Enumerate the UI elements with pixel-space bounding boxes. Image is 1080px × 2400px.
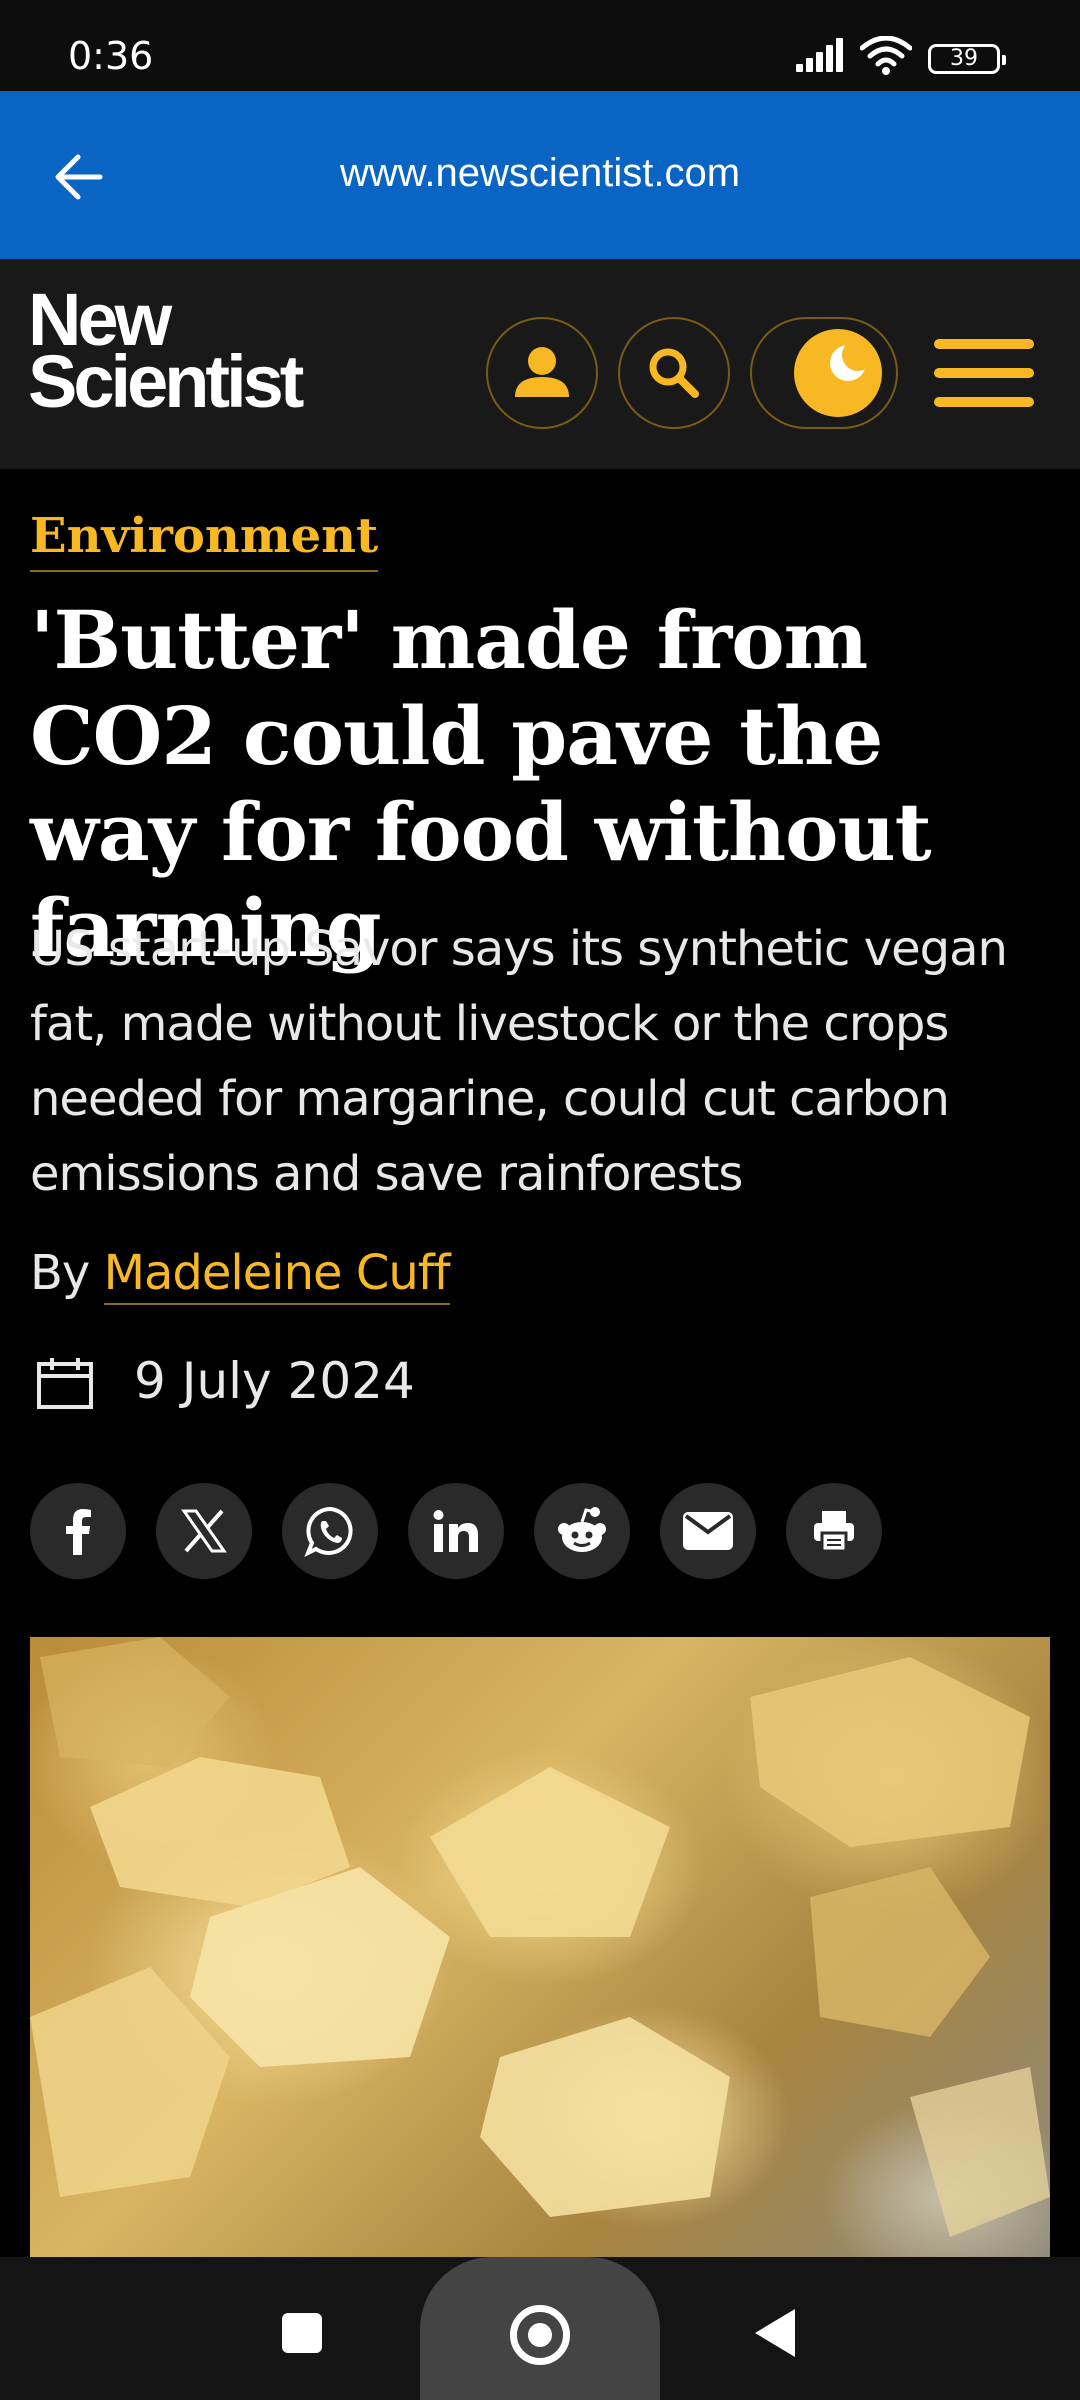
whatsapp-icon <box>304 1506 353 1557</box>
x-icon <box>181 1509 227 1553</box>
share-x-button[interactable] <box>156 1483 252 1579</box>
category-link[interactable]: Environment <box>30 508 379 572</box>
email-icon <box>683 1512 733 1550</box>
share-reddit-button[interactable] <box>534 1483 630 1579</box>
byline-prefix: By <box>30 1245 104 1301</box>
linkedin-icon <box>433 1510 478 1552</box>
status-bar: 0:36 39 <box>0 0 1080 91</box>
battery-indicator: 39 <box>928 44 1006 74</box>
menu-icon[interactable] <box>934 339 1034 407</box>
wifi-icon <box>860 36 912 75</box>
share-linkedin-button[interactable] <box>408 1483 504 1579</box>
account-button[interactable] <box>486 317 598 429</box>
home-button[interactable] <box>510 2305 570 2365</box>
calendar-icon <box>37 1358 93 1409</box>
author-link[interactable]: Madeleine Cuff <box>103 1245 451 1305</box>
facebook-icon <box>66 1509 91 1555</box>
butter-image <box>30 1637 1050 2237</box>
site-header: New Scientist <box>0 259 1080 469</box>
date-text: 9 July 2024 <box>134 1352 415 1410</box>
site-logo[interactable]: New Scientist <box>28 283 304 423</box>
url-text[interactable]: www.newscientist.com <box>0 151 1080 196</box>
article-hero-image <box>30 1637 1050 2257</box>
print-icon <box>814 1511 854 1553</box>
moon-icon <box>794 329 882 417</box>
recents-button[interactable] <box>282 2313 322 2353</box>
share-print-button[interactable] <box>786 1483 882 1579</box>
share-email-button[interactable] <box>660 1483 756 1579</box>
account-icon <box>515 347 569 397</box>
share-whatsapp-button[interactable] <box>282 1483 378 1579</box>
status-time: 0:36 <box>68 34 154 78</box>
search-button[interactable] <box>618 317 730 429</box>
signal-icon <box>796 36 846 72</box>
article-standfirst: US start-up Savor says its synthetic veg… <box>30 921 1008 1202</box>
share-facebook-button[interactable] <box>30 1483 126 1579</box>
system-navigation-bar <box>0 2257 1080 2400</box>
browser-url-bar: www.newscientist.com <box>0 91 1080 259</box>
reddit-icon <box>558 1507 606 1552</box>
logo-line-scientist: Scientist <box>28 340 304 423</box>
share-buttons <box>30 1483 930 1579</box>
byline: By Madeleine Cuff <box>30 1245 451 1305</box>
theme-toggle-button[interactable] <box>750 317 898 429</box>
search-icon <box>649 348 699 398</box>
back-button[interactable] <box>755 2309 795 2357</box>
